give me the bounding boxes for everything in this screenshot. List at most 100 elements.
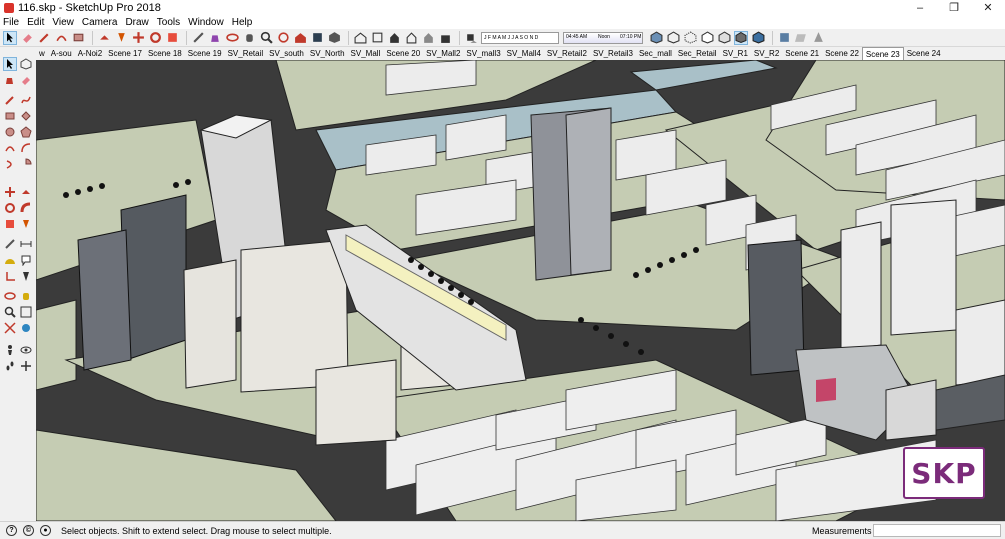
layer-button[interactable] [777, 31, 791, 45]
credits-icon[interactable]: © [23, 525, 34, 536]
select-tool-button[interactable] [3, 30, 17, 45]
palette-tape-button[interactable] [3, 237, 17, 251]
palette-pie-button[interactable] [19, 157, 33, 171]
scene-tab[interactable]: Sec_mall [636, 47, 675, 60]
scene-tab[interactable]: SV_south [266, 47, 307, 60]
palette-move-button[interactable] [3, 185, 17, 199]
scene-tab[interactable]: SV_R1 [720, 47, 751, 60]
palette-previous-view-button[interactable] [19, 321, 33, 335]
shape-tool-button[interactable] [71, 31, 85, 45]
palette-look-around-button[interactable] [19, 343, 33, 357]
palette-scale-button[interactable] [3, 217, 17, 231]
menu-edit[interactable]: Edit [27, 17, 44, 28]
scale-tool-button[interactable] [165, 31, 179, 45]
menu-window[interactable]: Window [188, 17, 224, 28]
palette-push-pull-button[interactable] [19, 185, 33, 199]
close-button[interactable]: ✕ [971, 0, 1005, 15]
maximize-button[interactable]: ❐ [937, 0, 971, 15]
scene-tab[interactable]: SV_North [307, 47, 348, 60]
rotate-tool-button[interactable] [148, 31, 162, 45]
scene-tab[interactable]: A-sou [48, 47, 75, 60]
shadow-month-slider[interactable]: J F M A M J J A S O N D [481, 31, 559, 44]
palette-circle-button[interactable] [3, 125, 17, 139]
palette-pan-button[interactable] [19, 289, 33, 303]
pan-tool-button[interactable] [242, 31, 256, 45]
shaded-textures-button[interactable] [734, 30, 748, 45]
palette-rotated-rect-button[interactable] [19, 109, 33, 123]
iso-view-button[interactable] [353, 31, 367, 45]
extensions-button[interactable] [310, 31, 324, 45]
scene-tab[interactable]: A-Noi2 [75, 47, 105, 60]
scene-tab[interactable]: Scene 21 [782, 47, 822, 60]
scene-tab[interactable]: SV_Mall2 [423, 47, 463, 60]
scene-tab[interactable]: SV_Mall4 [504, 47, 544, 60]
plugin-button[interactable] [811, 31, 825, 45]
palette-position-camera-button[interactable] [3, 343, 17, 357]
scene-tab[interactable]: SV_mall3 [463, 47, 503, 60]
tape-tool-button[interactable] [191, 31, 205, 45]
palette-eraser-button[interactable] [19, 73, 33, 87]
scene-tab[interactable]: Scene 24 [904, 47, 944, 60]
left-view-button[interactable] [438, 31, 452, 45]
scene-tab[interactable]: Sec_Retail [675, 47, 720, 60]
scene-tab[interactable]: Scene 17 [105, 47, 145, 60]
menu-draw[interactable]: Draw [125, 17, 148, 28]
line-tool-button[interactable] [37, 31, 51, 45]
shaded-button[interactable] [717, 31, 731, 45]
palette-zoom-button[interactable] [3, 305, 17, 319]
zoom-tool-button[interactable] [259, 31, 273, 45]
model-viewport[interactable]: SKP [36, 60, 1005, 521]
menu-camera[interactable]: Camera [82, 17, 118, 28]
palette-3pt-arc-button[interactable] [3, 157, 17, 171]
palette-zoom-window-button[interactable] [19, 305, 33, 319]
palette-orbit-button[interactable] [3, 289, 17, 303]
scene-tab[interactable]: SV_Retail3 [590, 47, 636, 60]
warehouse-button[interactable] [293, 31, 307, 45]
section-plane-button[interactable] [794, 31, 808, 45]
right-view-button[interactable] [404, 31, 418, 45]
palette-zoom-extents-button[interactable] [3, 321, 17, 335]
palette-freehand-button[interactable] [19, 93, 33, 107]
palette-text-button[interactable] [19, 253, 33, 267]
back-view-button[interactable] [421, 31, 435, 45]
hidden-line-button[interactable] [700, 31, 714, 45]
front-view-button[interactable] [387, 31, 401, 45]
back-edges-button[interactable] [666, 31, 680, 45]
scene-tab[interactable]: SV_Retail [225, 47, 267, 60]
palette-2pt-arc-button[interactable] [19, 141, 33, 155]
palette-protractor-button[interactable] [3, 253, 17, 267]
shadows-toggle-button[interactable] [464, 31, 478, 45]
palette-walk-button[interactable] [3, 359, 17, 373]
palette-dimension-button[interactable] [19, 237, 33, 251]
components-button[interactable] [327, 31, 341, 45]
xray-button[interactable] [649, 31, 663, 45]
palette-line-button[interactable] [3, 93, 17, 107]
offset-tool-button[interactable] [114, 31, 128, 45]
shadow-time-slider[interactable]: 04:45 AM Noon 07:10 PM [563, 31, 643, 44]
scene-tab[interactable]: Scene 20 [383, 47, 423, 60]
menu-view[interactable]: View [52, 17, 74, 28]
scene-tab[interactable]: Scene 19 [185, 47, 225, 60]
palette-arc-button[interactable] [3, 141, 17, 155]
measurements-input[interactable] [873, 524, 1001, 537]
palette-rotate-button[interactable] [3, 201, 17, 215]
scene-tab[interactable]: Scene 18 [145, 47, 185, 60]
arc-tool-button[interactable] [54, 31, 68, 45]
top-view-button[interactable] [370, 31, 384, 45]
palette-rectangle-button[interactable] [3, 109, 17, 123]
scene-tab[interactable]: SV_R2 [751, 47, 782, 60]
paint-tool-button[interactable] [208, 31, 222, 45]
menu-file[interactable]: File [3, 17, 19, 28]
zoom-extents-button[interactable] [276, 31, 290, 45]
geo-location-icon[interactable]: ? [6, 525, 17, 536]
palette-make-component-button[interactable] [19, 57, 33, 71]
minimize-button[interactable]: – [903, 0, 937, 15]
scene-tab-active[interactable]: Scene 23 [861, 47, 904, 60]
menu-help[interactable]: Help [232, 17, 253, 28]
scene-tab[interactable]: SV_Mall [348, 47, 384, 60]
palette-follow-me-button[interactable] [19, 201, 33, 215]
scene-tab[interactable]: Scene 22 [822, 47, 862, 60]
palette-section-plane-button[interactable] [19, 359, 33, 373]
palette-offset-button[interactable] [19, 217, 33, 231]
wireframe-button[interactable] [683, 31, 697, 45]
